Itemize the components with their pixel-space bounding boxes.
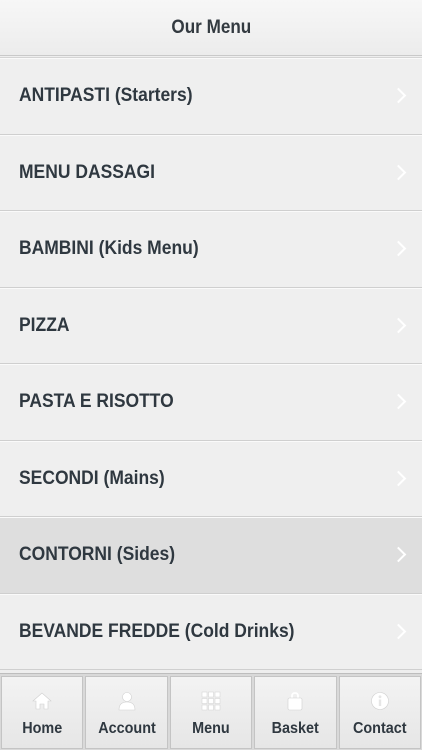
tab-label: Menu — [192, 720, 230, 737]
tab-label: Home — [22, 720, 63, 737]
tab-home[interactable]: Home — [1, 676, 84, 749]
menu-item-bambini[interactable]: BAMBINI (Kids Menu) — [0, 211, 422, 288]
tab-menu[interactable]: Menu — [169, 676, 253, 749]
menu-item-label: BAMBINI (Kids Menu) — [19, 238, 199, 260]
chevron-right-icon — [390, 546, 407, 563]
menu-item-label: SECONDI (Mains) — [19, 467, 165, 489]
tab-label: Account — [97, 720, 156, 737]
info-icon — [369, 690, 391, 712]
menu-item-antipasti[interactable]: ANTIPASTI (Starters) — [0, 58, 422, 135]
menu-item-menu-dassagi[interactable]: MENU DASSAGI — [0, 134, 422, 211]
chevron-right-icon — [390, 393, 407, 410]
menu-item-pizza[interactable]: PIZZA — [0, 287, 422, 364]
menu-category-list: ANTIPASTI (Starters) MENU DASSAGI BAMBIN… — [0, 57, 422, 673]
menu-item-bevande-fredde[interactable]: BEVANDE FREDDE (Cold Drinks) — [0, 593, 422, 670]
chevron-right-icon — [390, 240, 407, 257]
tab-basket[interactable]: Basket — [254, 676, 337, 749]
bottom-tab-bar: Home Account Menu Basket Contact — [0, 673, 422, 750]
page-title: Our Menu — [171, 16, 251, 38]
header-bar: Our Menu — [0, 0, 422, 56]
menu-item-label: MENU DASSAGI — [19, 161, 155, 183]
chevron-right-icon — [390, 623, 407, 640]
menu-item-secondi[interactable]: SECONDI (Mains) — [0, 440, 422, 517]
app-screen: Our Menu ANTIPASTI (Starters) MENU DASSA… — [0, 0, 422, 750]
grid-icon — [200, 690, 222, 712]
tab-account[interactable]: Account — [85, 676, 168, 749]
chevron-right-icon — [390, 87, 407, 104]
user-icon — [116, 690, 138, 712]
menu-item-label: BEVANDE FREDDE (Cold Drinks) — [19, 620, 295, 642]
menu-item-label: PIZZA — [19, 314, 70, 336]
chevron-right-icon — [390, 164, 407, 181]
menu-item-label: CONTORNI (Sides) — [19, 544, 176, 566]
menu-item-label: PASTA E RISOTTO — [19, 391, 174, 413]
menu-item-label: ANTIPASTI (Starters) — [19, 85, 193, 107]
tab-label: Basket — [271, 720, 320, 737]
home-icon — [31, 690, 53, 712]
tab-contact[interactable]: Contact — [338, 676, 422, 749]
bag-icon — [284, 690, 306, 712]
chevron-right-icon — [390, 317, 407, 334]
tab-label: Contact — [353, 720, 407, 737]
menu-item-contorni[interactable]: CONTORNI (Sides) — [0, 517, 422, 594]
chevron-right-icon — [390, 470, 407, 487]
menu-item-pasta-e-risotto[interactable]: PASTA E RISOTTO — [0, 364, 422, 441]
